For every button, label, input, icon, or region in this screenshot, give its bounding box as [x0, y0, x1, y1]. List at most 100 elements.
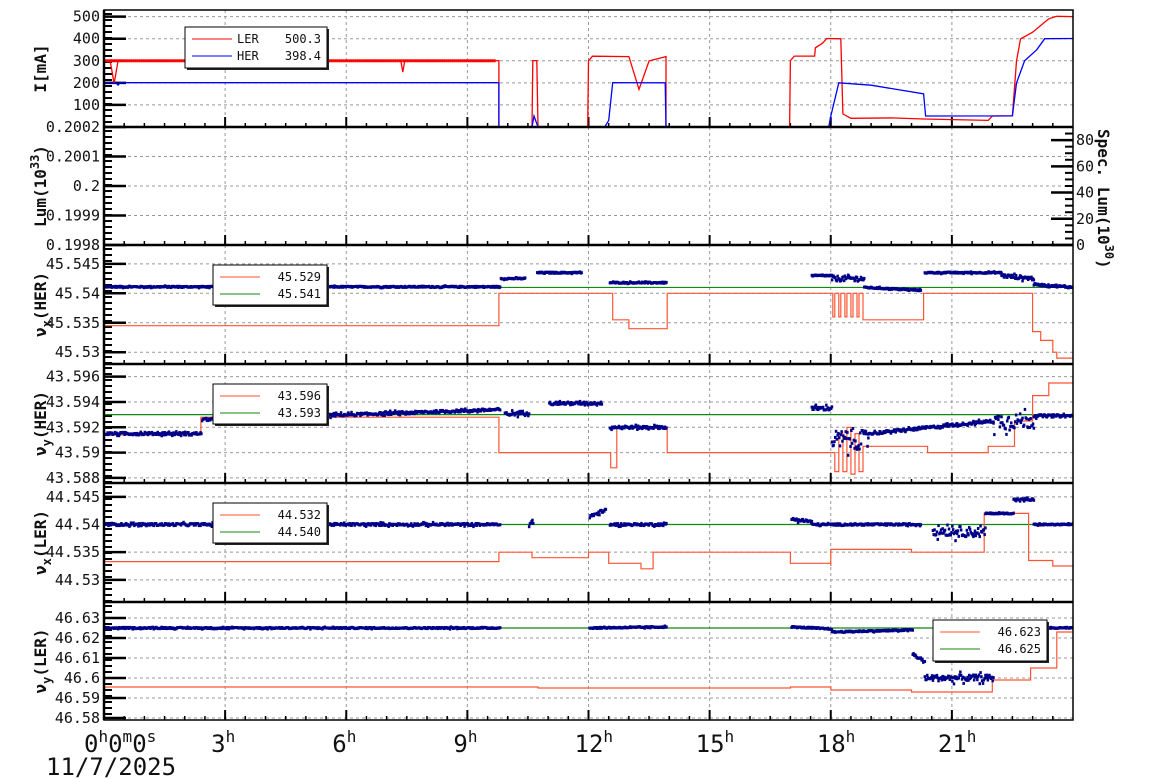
y-axis-label: νx(HER) — [31, 272, 54, 337]
ler-current-point — [473, 59, 476, 63]
ler-current-point — [479, 59, 482, 63]
y-label-main: ν — [31, 684, 50, 694]
measured-tune-point — [523, 276, 527, 280]
measured-tune-point — [498, 626, 502, 630]
measured-tune-point — [946, 523, 949, 527]
x-tick-label: 6h — [332, 727, 356, 758]
y-label-rest: (LER) — [31, 510, 50, 558]
y-label-rest: ) — [31, 145, 50, 155]
x-tick-unit: h — [347, 727, 357, 746]
measured-tune-point — [919, 288, 923, 292]
y-axis-label: I[mA] — [31, 44, 50, 92]
measured-tune-point — [959, 670, 962, 674]
x-tick-unit: s — [147, 727, 157, 746]
panel-0: 100 200 300 400 500 I[mA] LER 500.3 HER 398.4 — [31, 8, 1073, 127]
right-tick-label: 20 — [1076, 210, 1094, 228]
panel-3: 43.588 43.59 43.592 43.594 43.596 νy(HER) 43.5… — [31, 364, 1073, 487]
ler-current-point — [124, 59, 127, 63]
y-tick-label: 44.545 — [46, 488, 100, 506]
y-tick-label: 43.588 — [46, 469, 100, 487]
ler-current-point — [342, 59, 345, 63]
x-tick-label: 3h — [211, 727, 235, 758]
ler-current-point — [180, 59, 183, 63]
measured-tune-point — [839, 433, 843, 437]
ler-current-point — [372, 59, 375, 63]
right-tick-label: 40 — [1076, 184, 1094, 202]
ler-current-point — [340, 59, 343, 63]
measured-tune-point — [383, 414, 386, 417]
ler-current-point — [447, 59, 450, 63]
measured-tune-point — [965, 528, 969, 532]
ler-current-point — [483, 59, 486, 63]
ler-current-point — [431, 59, 434, 63]
ler-current-point — [408, 59, 411, 63]
ler-current-point — [382, 59, 385, 63]
measured-tune-point — [949, 533, 952, 537]
measured-tune-point — [967, 533, 970, 537]
ler-current-point — [170, 59, 173, 63]
measured-tune-point — [936, 537, 939, 541]
legend-entry-value: 43.596 — [278, 389, 321, 403]
y-tick-label: 46.63 — [55, 609, 100, 627]
ler-current-point — [364, 59, 367, 63]
measured-tune-point — [838, 444, 842, 448]
tune-monitor-chart: 100 200 300 400 500 I[mA] LER 500.3 HER 398.4 0.19… — [0, 0, 1154, 782]
x-tick-number: 6 — [332, 730, 346, 758]
measured-tune-point — [200, 432, 203, 436]
measured-tune-point — [1029, 417, 1032, 420]
ler-current-point — [422, 59, 425, 63]
legend: 43.596 43.593 — [212, 383, 329, 426]
measured-tune-point — [830, 405, 834, 409]
ler-current-point — [352, 59, 355, 63]
y-tick-label: 500 — [73, 8, 100, 26]
measured-tune-point — [926, 673, 929, 677]
measured-tune-point — [863, 276, 866, 280]
measured-tune-point — [834, 429, 838, 433]
measured-tune-point — [992, 676, 995, 680]
measured-tune-point — [998, 425, 1002, 429]
x-tick-label: 9h — [453, 727, 477, 758]
measured-tune-point — [832, 443, 835, 447]
y-label-sub: y — [40, 439, 54, 446]
ler-current-point — [346, 59, 349, 63]
y-tick-label: 46.6 — [64, 669, 100, 687]
measured-tune-point — [1032, 278, 1036, 282]
measured-tune-point — [937, 524, 940, 528]
ler-current-point — [122, 59, 125, 63]
ler-current-point — [459, 59, 462, 63]
legend-entry-value: 43.593 — [278, 406, 321, 420]
ler-current-point — [110, 59, 113, 63]
measured-tune-point — [838, 436, 841, 440]
legend-entry-value: 46.625 — [998, 642, 1041, 656]
measured-tune-point — [1022, 423, 1026, 427]
ler-current-point — [134, 59, 137, 63]
measured-tune-point — [851, 426, 855, 430]
measured-tune-point — [943, 528, 947, 532]
legend-entry-value: 44.532 — [278, 508, 321, 522]
ler-current-point — [150, 59, 153, 63]
ler-current-point — [332, 59, 335, 63]
measured-tune-point — [532, 521, 535, 525]
ler-current-point — [491, 59, 494, 63]
y-tick-label: 46.62 — [55, 629, 100, 647]
y-axis-label: νy(LER) — [31, 628, 54, 693]
ler-current-point — [463, 59, 466, 63]
ler-current-point — [120, 59, 123, 63]
measured-tune-point — [951, 524, 954, 528]
measured-tune-point — [846, 430, 849, 434]
y-tick-label: 0.2 — [73, 177, 100, 195]
measured-tune-point — [830, 278, 834, 282]
measured-tune-point — [954, 539, 957, 543]
y-tick-label: 0.2001 — [46, 148, 100, 166]
x-tick-number: 3 — [211, 730, 225, 758]
panel-5: 46.5846.5946.646.6146.6246.63νy(LER) 46.6… — [31, 602, 1073, 727]
measured-tune-point — [923, 660, 927, 663]
measured-tune-point — [947, 527, 951, 531]
ler-current-point — [366, 59, 369, 63]
y-tick-label: 45.545 — [46, 255, 100, 273]
measured-tune-point — [979, 671, 982, 675]
ler-current-point — [142, 59, 145, 63]
ler-current-point — [368, 59, 371, 63]
ler-current-point — [469, 59, 472, 63]
measured-tune-point — [830, 440, 834, 444]
